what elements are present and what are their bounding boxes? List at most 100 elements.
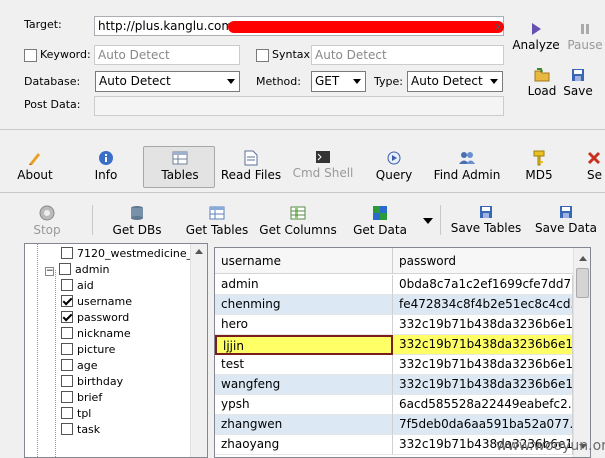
toolbar-md5[interactable]: MD5 [520, 150, 558, 182]
toolbar-info[interactable]: Info [88, 150, 124, 182]
collapse-icon[interactable]: − [45, 267, 54, 276]
get-data-dropdown-arrow[interactable] [423, 218, 433, 224]
cell-username[interactable]: hero [215, 315, 393, 335]
data-grid[interactable]: username password admin 0bda8c7a1c2ef1699… [214, 247, 591, 458]
cell-username[interactable]: zhaoyang [215, 435, 393, 455]
cell-username[interactable]: ypsh [215, 395, 393, 415]
tree-checkbox[interactable] [61, 247, 73, 259]
save-button[interactable]: Save [562, 68, 594, 98]
save-tables-button[interactable]: Save Tables [448, 205, 524, 235]
syntax-input[interactable]: Auto Detect [311, 45, 504, 65]
key-icon [533, 150, 545, 166]
toolbar-md5-label: MD5 [525, 168, 553, 182]
tree-column-node[interactable]: picture [61, 342, 115, 358]
table-row[interactable]: wangfeng 332c19b71b438da3236b6e1... [215, 375, 573, 395]
tree-column-label: brief [77, 391, 103, 404]
tree-column-node[interactable]: tpl [61, 406, 91, 422]
cell-password[interactable]: 332c19b71b438da3236b6e1... [393, 315, 573, 335]
cell-username[interactable]: admin [215, 275, 393, 295]
tree-checkbox[interactable] [61, 359, 73, 371]
tree-column-label: age [77, 359, 98, 372]
grid-scrollbar[interactable] [573, 248, 590, 457]
chevron-down-icon [353, 79, 361, 84]
toolbar-find-admin[interactable]: Find Admin [430, 150, 504, 182]
tree-column-node[interactable]: nickname [61, 326, 131, 342]
save-data-button[interactable]: Save Data [532, 205, 600, 235]
get-tables-button[interactable]: Get Tables [183, 205, 251, 237]
target-clear[interactable]: x [495, 20, 502, 33]
keyword-checkbox[interactable] [24, 49, 37, 62]
method-select[interactable]: GET [311, 71, 366, 92]
cell-username[interactable]: chenming [215, 295, 393, 315]
tree-admin-node[interactable]: − admin [45, 262, 109, 278]
tree-checkbox[interactable] [61, 311, 73, 323]
get-dbs-button[interactable]: Get DBs [108, 205, 166, 237]
tree-checkbox[interactable] [59, 263, 71, 275]
tree-column-node[interactable]: age [61, 358, 98, 374]
cell-password[interactable]: 332c19b71b438da3236b6e1... [393, 355, 573, 375]
cell-username[interactable]: test [215, 355, 393, 375]
scroll-up-arrow[interactable] [579, 256, 587, 261]
tree-checkbox[interactable] [61, 327, 73, 339]
tree-checkbox[interactable] [61, 423, 73, 435]
tree-checkbox[interactable] [61, 407, 73, 419]
analyze-button[interactable]: Analyze [512, 22, 560, 52]
cell-password[interactable]: 332c19b71b438da3236b6e1... [393, 335, 573, 355]
pause-icon [581, 24, 589, 34]
tree-checkbox[interactable] [61, 343, 73, 355]
cell-username[interactable]: zhangwen [215, 415, 393, 435]
table-row[interactable]: ljjin 332c19b71b438da3236b6e1... [215, 335, 573, 355]
scroll-up-arrow[interactable] [195, 249, 203, 254]
table-row[interactable]: chenming fe472834c8f4b2e51ec8c4cd... [215, 295, 573, 315]
tree-column-node[interactable]: username [61, 294, 132, 310]
column-header-username[interactable]: username [215, 248, 393, 274]
cell-password[interactable]: 6acd585528a22449eabefc2... [393, 395, 573, 415]
settings-icon [587, 151, 601, 165]
tree-column-node[interactable]: birthday [61, 374, 123, 390]
load-button[interactable]: Load [524, 68, 560, 98]
toolbar-about[interactable]: About [12, 150, 58, 182]
table-row[interactable]: admin 0bda8c7a1c2ef1699cfe7dd7... [215, 275, 573, 295]
table-row[interactable]: zhangwen 7f5deb0da6aa591ba52a077... [215, 415, 573, 435]
postdata-input[interactable] [94, 96, 504, 116]
toolbar-tables[interactable]: Tables [152, 150, 208, 182]
tree-column-node[interactable]: task [61, 422, 100, 438]
stop-button[interactable]: Stop [28, 205, 66, 237]
cell-password[interactable]: 7f5deb0da6aa591ba52a077... [393, 415, 573, 435]
tree-checkbox[interactable] [61, 391, 73, 403]
cell-username[interactable]: ljjin [215, 335, 393, 355]
table-row[interactable]: test 332c19b71b438da3236b6e1... [215, 355, 573, 375]
column-header-password[interactable]: password [393, 248, 573, 274]
toolbar-read-files[interactable]: Read Files [218, 150, 284, 182]
pause-button[interactable]: Pause [565, 22, 605, 52]
tree-checkbox[interactable] [61, 295, 73, 307]
cell-password[interactable]: 0bda8c7a1c2ef1699cfe7dd7... [393, 275, 573, 295]
tree-checkbox[interactable] [61, 279, 73, 291]
tree-column-node[interactable]: brief [61, 390, 102, 406]
keyword-input[interactable]: Auto Detect [94, 45, 240, 65]
database-select[interactable]: Auto Detect [95, 71, 240, 92]
get-columns-button[interactable]: Get Columns [258, 205, 338, 237]
cell-password[interactable]: 332c19b71b438da3236b6e1... [393, 375, 573, 395]
save-tables-label: Save Tables [450, 221, 522, 235]
tree-column-node[interactable]: aid [61, 278, 94, 294]
type-select[interactable]: Auto Detect [407, 71, 503, 92]
toolbar-cmd-shell[interactable]: Cmd Shell [290, 150, 356, 180]
cell-username[interactable]: wangfeng [215, 375, 393, 395]
method-label: Method: [256, 75, 301, 88]
scroll-thumb[interactable] [576, 268, 589, 298]
get-data-button[interactable]: Get Data [350, 205, 410, 237]
table-row[interactable]: hero 332c19b71b438da3236b6e1... [215, 315, 573, 335]
tree-checkbox[interactable] [61, 375, 73, 387]
table-row[interactable]: ypsh 6acd585528a22449eabefc2... [215, 395, 573, 415]
toolbar-settings[interactable]: Se [584, 150, 605, 182]
tree-column-node[interactable]: password [61, 310, 129, 326]
toolbar-about-label: About [17, 168, 53, 182]
tree-scrollbar[interactable] [190, 244, 207, 457]
schema-tree[interactable]: 7120_westmedicine_so − admin aid username p… [24, 243, 208, 458]
cell-password[interactable]: fe472834c8f4b2e51ec8c4cd... [393, 295, 573, 315]
syntax-checkbox[interactable] [256, 49, 269, 62]
table-icon [172, 151, 188, 165]
toolbar-query[interactable]: Query [372, 150, 416, 182]
tree-table-node[interactable]: 7120_westmedicine_so [61, 246, 205, 262]
